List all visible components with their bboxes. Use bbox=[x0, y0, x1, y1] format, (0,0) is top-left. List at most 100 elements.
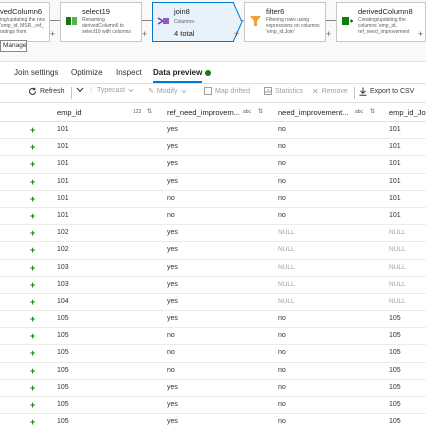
cell-emp-id-join: NULL bbox=[389, 246, 406, 254]
cell-emp-id: 101 bbox=[57, 143, 69, 151]
node-title: filter6 bbox=[266, 7, 285, 16]
statistics-button[interactable]: Statistics bbox=[264, 87, 303, 95]
filter-icon bbox=[250, 16, 261, 26]
data-flow-canvas[interactable]: vedColumn6 ing/updating the nns 'emp_id,… bbox=[0, 0, 426, 62]
connector bbox=[142, 20, 152, 21]
table-row[interactable]: +101 no no 101 bbox=[0, 208, 426, 226]
remove-button[interactable]: ✕ Remove bbox=[312, 87, 348, 96]
settings-tab-bar: Join settings Optimize Inspect Data prev… bbox=[0, 62, 426, 84]
status-dot-icon bbox=[205, 70, 211, 76]
cell-need-improvement: no bbox=[278, 194, 286, 202]
column-header-need-improvement[interactable]: need_improvement... bbox=[278, 108, 354, 117]
cell-emp-id-join: 105 bbox=[389, 349, 401, 357]
sort-icon[interactable]: ⇅ bbox=[258, 108, 263, 115]
table-row[interactable]: +105 no no 105 bbox=[0, 363, 426, 380]
node-derived-column8[interactable]: derivedColumn8 Creating/updating the col… bbox=[336, 2, 426, 42]
node-join8[interactable]: join8 Columns: 4 total bbox=[152, 2, 234, 42]
tab-inspect[interactable]: Inspect bbox=[116, 68, 142, 77]
cell-ref-need-improvement: no bbox=[167, 366, 175, 374]
table-row[interactable]: +105 yes no 105 bbox=[0, 380, 426, 397]
manage-tooltip: Manage bbox=[0, 40, 27, 52]
node-description: Renaming derivedColumn6 to select19 with… bbox=[82, 17, 131, 35]
cell-need-improvement: NULL bbox=[278, 229, 295, 237]
column-header-emp-id-join[interactable]: emp_id_Join bbox=[389, 108, 426, 117]
select-icon bbox=[66, 17, 77, 25]
table-row[interactable]: +104 yes NULL NULL bbox=[0, 294, 426, 312]
row-insert-plus-icon: + bbox=[30, 245, 36, 256]
refresh-button[interactable]: Refresh bbox=[28, 87, 65, 96]
row-insert-plus-icon: + bbox=[30, 348, 36, 359]
table-row[interactable]: +101 yes no 101 bbox=[0, 174, 426, 191]
row-insert-plus-icon: + bbox=[30, 296, 36, 307]
divider bbox=[354, 87, 355, 99]
add-transform-plus-icon[interactable]: + bbox=[142, 30, 147, 39]
column-header-ref-need-improvement[interactable]: ref_need_improvem... bbox=[167, 108, 255, 117]
node-title: join8 bbox=[174, 7, 190, 16]
chevron-down-icon bbox=[128, 88, 134, 93]
column-type-badge: 123 bbox=[133, 109, 142, 115]
node-select19[interactable]: select19 Renaming derivedColumn6 to sele… bbox=[60, 2, 142, 42]
cell-ref-need-improvement: yes bbox=[167, 160, 178, 168]
divider bbox=[71, 87, 72, 99]
cell-emp-id: 105 bbox=[57, 315, 69, 323]
join-icon bbox=[157, 17, 169, 25]
remove-icon: ✕ bbox=[312, 87, 319, 96]
modify-label: Modify bbox=[156, 87, 178, 95]
table-row[interactable]: +105 no no 105 bbox=[0, 345, 426, 363]
node-derived-column6[interactable]: vedColumn6 ing/updating the nns 'emp_id,… bbox=[0, 2, 50, 42]
table-row[interactable]: +102 yes NULL NULL bbox=[0, 225, 426, 243]
cell-ref-need-improvement: yes bbox=[167, 177, 178, 185]
table-row[interactable]: +105 yes no 105 bbox=[0, 414, 426, 425]
node-filter6[interactable]: filter6 Filtering rows using expressions… bbox=[244, 2, 326, 42]
row-insert-plus-icon: + bbox=[30, 193, 36, 204]
export-csv-button[interactable]: Export to CSV bbox=[359, 87, 414, 96]
cell-emp-id: 103 bbox=[57, 280, 69, 288]
table-row[interactable]: +105 no no 105 bbox=[0, 328, 426, 346]
cell-emp-id: 105 bbox=[57, 401, 69, 408]
column-type-badge: abc bbox=[243, 109, 252, 115]
cell-ref-need-improvement: yes bbox=[167, 143, 178, 151]
map-drifted-button[interactable]: Map drifted bbox=[204, 87, 250, 95]
tab-join-settings[interactable]: Join settings bbox=[14, 68, 58, 77]
modify-icon: ✎ bbox=[148, 88, 154, 95]
tab-optimize[interactable]: Optimize bbox=[71, 68, 103, 77]
refresh-dropdown-chevron-icon[interactable] bbox=[76, 87, 84, 93]
tab-data-preview[interactable]: Data preview bbox=[153, 68, 203, 83]
sort-icon[interactable]: ⇅ bbox=[147, 108, 152, 115]
table-row[interactable]: +101 yes no 101 bbox=[0, 139, 426, 157]
column-header-emp-id[interactable]: emp_id bbox=[57, 108, 127, 117]
cell-ref-need-improvement: yes bbox=[167, 126, 178, 133]
cell-ref-need-improvement: yes bbox=[167, 401, 178, 408]
add-transform-plus-icon[interactable]: + bbox=[326, 30, 331, 39]
connector bbox=[50, 20, 60, 21]
row-insert-plus-icon: + bbox=[30, 382, 36, 393]
table-row[interactable]: +103 yes NULL NULL bbox=[0, 260, 426, 277]
cell-ref-need-improvement: no bbox=[167, 194, 175, 202]
data-preview-grid: emp_id 123 ⇅ ref_need_improvem... abc ⇅ … bbox=[0, 102, 426, 425]
add-transform-plus-icon[interactable]: + bbox=[418, 30, 423, 39]
table-row[interactable]: +101 yes no 101 bbox=[0, 156, 426, 174]
table-row[interactable]: +101 no no 101 bbox=[0, 191, 426, 208]
node-title: select19 bbox=[82, 7, 110, 16]
add-transform-plus-icon[interactable]: + bbox=[234, 30, 239, 39]
cell-need-improvement: no bbox=[278, 418, 286, 425]
table-row[interactable]: +105 yes no 105 bbox=[0, 397, 426, 415]
cell-need-improvement: no bbox=[278, 177, 286, 185]
typecast-button[interactable]: ⋮ Typecast bbox=[88, 87, 134, 94]
cell-emp-id-join: 105 bbox=[389, 383, 401, 391]
cell-need-improvement: NULL bbox=[278, 297, 295, 305]
cell-emp-id-join: 105 bbox=[389, 401, 401, 408]
cell-ref-need-improvement: yes bbox=[167, 418, 178, 425]
refresh-icon bbox=[29, 87, 36, 95]
table-row[interactable]: +103 yes NULL NULL bbox=[0, 277, 426, 294]
cell-need-improvement: no bbox=[278, 332, 286, 340]
table-row[interactable]: +101 yes no 101 bbox=[0, 122, 426, 140]
table-row[interactable]: +102 yes NULL NULL bbox=[0, 242, 426, 260]
sort-icon[interactable]: ⇅ bbox=[370, 108, 375, 115]
table-row[interactable]: +105 yes no 105 bbox=[0, 311, 426, 329]
column-type-badge: abc bbox=[355, 109, 364, 115]
row-insert-plus-icon: + bbox=[30, 279, 36, 290]
add-transform-plus-icon[interactable]: + bbox=[50, 30, 55, 39]
modify-button[interactable]: ✎ Modify bbox=[148, 87, 187, 95]
cell-emp-id-join: 101 bbox=[389, 126, 401, 133]
